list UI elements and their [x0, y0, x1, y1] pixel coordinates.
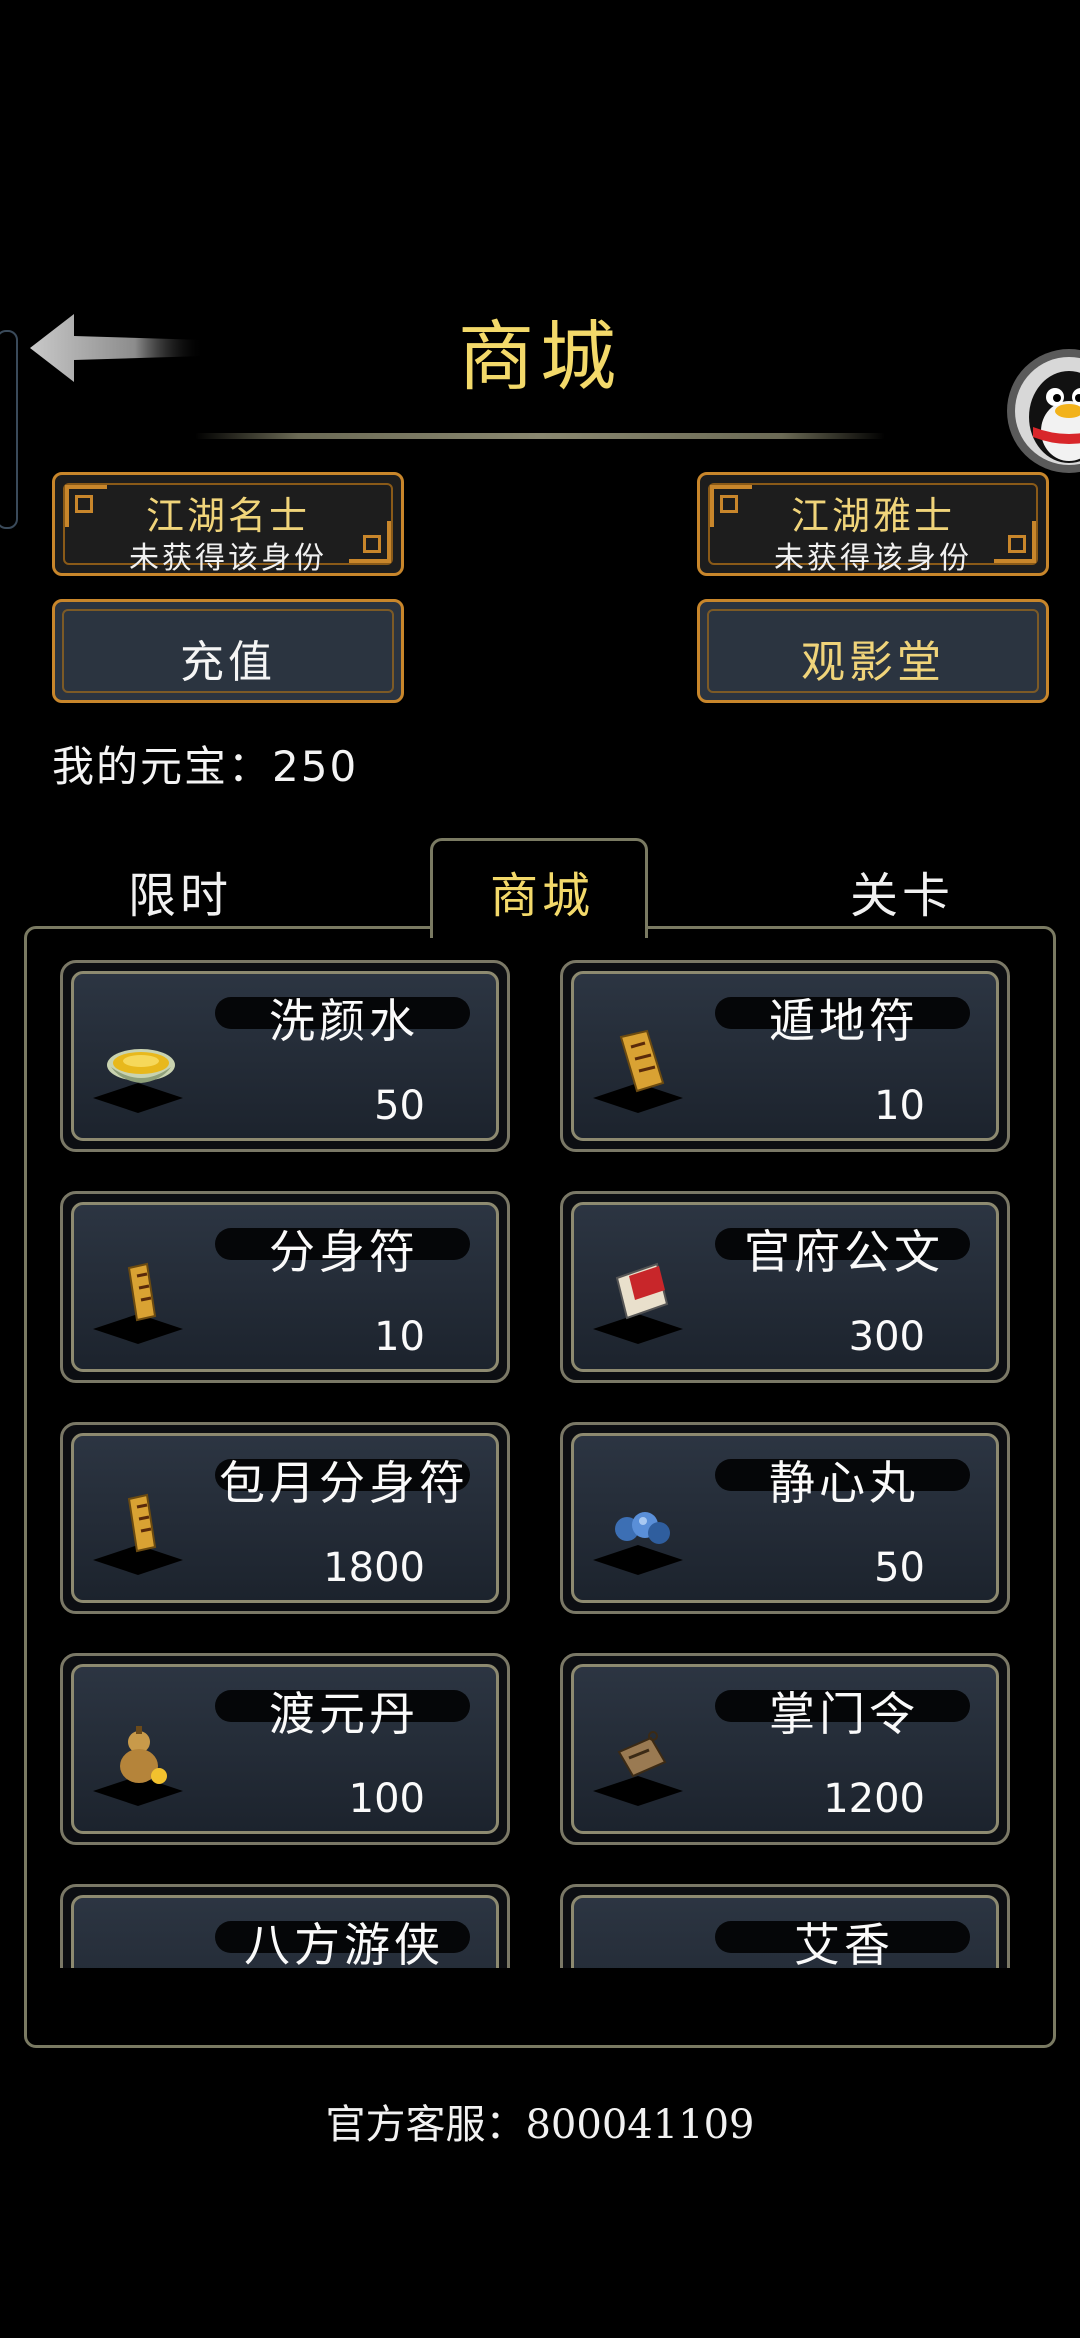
- talisman-icon: [127, 1493, 157, 1553]
- item-name: 八方游侠: [244, 1918, 444, 1968]
- shop-item-card[interactable]: 艾香: [560, 1884, 1010, 1968]
- shop-item-card[interactable]: 洗颜水 50: [60, 960, 510, 1152]
- item-name: 静心丸: [769, 1456, 919, 1510]
- shop-item-card[interactable]: 包月分身符 1800: [60, 1422, 510, 1614]
- item-name: 洗颜水: [269, 994, 419, 1048]
- document-icon: [615, 1262, 669, 1320]
- recharge-label: 充值: [180, 637, 276, 688]
- item-price: 10: [874, 1083, 925, 1129]
- item-name: 分身符: [269, 1225, 419, 1279]
- item-name: 掌门令: [769, 1687, 919, 1741]
- talisman-icon: [127, 1262, 157, 1322]
- yuanbao-balance: 我的元宝：250: [52, 733, 358, 794]
- item-name: 艾香: [794, 1918, 894, 1968]
- tab-shop[interactable]: 商城: [490, 856, 594, 926]
- badge-status: 未获得该身份: [129, 541, 327, 576]
- item-name: 渡元丹: [269, 1687, 419, 1741]
- balance-label: 我的元宝：: [52, 742, 273, 791]
- title-divider: [195, 433, 885, 439]
- tab-limited[interactable]: 限时: [128, 856, 232, 926]
- token-icon: [617, 1731, 667, 1778]
- page-title: 商城: [458, 312, 622, 401]
- talisman-icon: [619, 1029, 665, 1093]
- incense-icon: [601, 1947, 681, 1968]
- item-name: 官府公文: [744, 1225, 944, 1279]
- customer-service-text: 官方客服：800041109: [325, 2102, 755, 2148]
- qq-penguin-icon[interactable]: [1003, 345, 1080, 477]
- balance-value: 250: [272, 742, 359, 791]
- item-price: 1800: [323, 1545, 425, 1591]
- badge-title: 江湖名士: [145, 494, 310, 538]
- item-price: 50: [374, 1083, 425, 1129]
- badge-title: 江湖雅士: [790, 494, 955, 538]
- pill-icon: [615, 1512, 670, 1544]
- shop-item-card[interactable]: 八方游侠: [60, 1884, 510, 1968]
- theater-button[interactable]: 观影堂: [697, 599, 1049, 703]
- item-price: 300: [848, 1314, 925, 1360]
- item-price: 10: [374, 1314, 425, 1360]
- shop-item-card[interactable]: 分身符 10: [60, 1191, 510, 1383]
- item-price: 50: [874, 1545, 925, 1591]
- shop-item-card[interactable]: 渡元丹 100: [60, 1653, 510, 1845]
- item-name: 遁地符: [769, 994, 919, 1048]
- badge-status: 未获得该身份: [774, 541, 972, 576]
- item-grid: 洗颜水 50 遁地符 10 分身符 10 官府公文 300 包月分身符 1800…: [40, 950, 1040, 1968]
- identity-badge-mingshi[interactable]: 江湖名士 未获得该身份: [52, 472, 404, 576]
- item-name: 包月分身符: [219, 1456, 469, 1510]
- item-price: 100: [348, 1776, 425, 1822]
- shop-item-card[interactable]: 静心丸 50: [560, 1422, 1010, 1614]
- shop-item-card[interactable]: 官府公文 300: [560, 1191, 1010, 1383]
- recharge-button[interactable]: 充值: [52, 599, 404, 703]
- bowl-icon: [107, 1049, 175, 1083]
- theater-label: 观影堂: [801, 637, 945, 688]
- tab-level[interactable]: 关卡: [850, 856, 954, 926]
- gourd-icon: [120, 1726, 167, 1784]
- item-price: 1200: [823, 1776, 925, 1822]
- identity-badge-yashi[interactable]: 江湖雅士 未获得该身份: [697, 472, 1049, 576]
- shop-item-card[interactable]: 遁地符 10: [560, 960, 1010, 1152]
- shop-item-card[interactable]: 掌门令 1200: [560, 1653, 1010, 1845]
- mask-icon: [101, 1947, 181, 1968]
